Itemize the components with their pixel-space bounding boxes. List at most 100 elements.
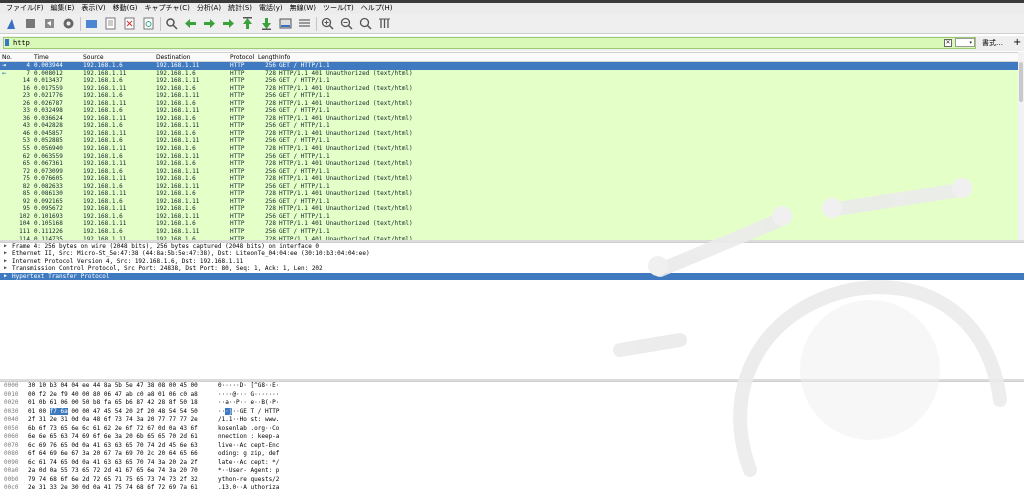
column-header-no[interactable]: No. [2, 53, 32, 62]
packet-row[interactable]: 111 0.111226 192.168.1.6 192.168.1.11 HTTP 25… [0, 228, 1024, 236]
packet-row[interactable]: 75 0.076605 192.168.1.11 192.168.1.6 HTTP 728… [0, 175, 1024, 183]
save-file-button[interactable] [103, 16, 118, 31]
byte-row[interactable]: 0050 6b 6f 73 65 6e 6c 61 62 2e 6f 72 67 … [0, 425, 1024, 434]
options-gear-button[interactable] [61, 16, 76, 31]
packet-row[interactable]: ← 7 0.008012 192.168.1.11 192.168.1.6 HTTP 728… [0, 69, 1024, 78]
packet-row[interactable]: 55 0.056940 192.168.1.11 192.168.1.6 HTTP 728… [0, 145, 1024, 153]
packet-row[interactable]: 23 0.021776 192.168.1.6 192.168.1.11 HTTP 256… [0, 92, 1024, 100]
byte-row[interactable]: 0000 30 10 b3 04 04 ee 44 8a 5b 5e 47 38 … [0, 382, 1024, 391]
expand-arrow-icon[interactable]: ▶ [4, 273, 7, 280]
colorize-button[interactable] [297, 16, 312, 31]
packet-row[interactable]: 16 0.017559 192.168.1.11 192.168.1.6 HTTP 728… [0, 84, 1024, 93]
packet-row[interactable]: 62 0.063559 192.168.1.6 192.168.1.11 HTTP 256… [0, 152, 1024, 161]
byte-row[interactable]: 0010 00 f2 2e f9 40 00 80 06 47 ab c0 a8 … [0, 391, 1024, 400]
packet-list-scrollbar[interactable] [1018, 52, 1024, 240]
add-filter-button[interactable]: + [1013, 37, 1021, 48]
packet-no: 111 [19, 228, 30, 236]
menu-bar: ファイル(F) 編集(E) 表示(V) 移動(G) キャプチャ(C) 分析(A) 統計(S)… [0, 3, 1024, 14]
byte-row[interactable]: 00c0 2e 31 33 2e 30 0d 0a 41 75 74 68 6f … [0, 484, 1024, 492]
zoom-normal-button[interactable] [358, 16, 373, 31]
packet-row[interactable]: 43 0.042828 192.168.1.6 192.168.1.11 HTTP 256… [0, 122, 1024, 130]
column-header-protocol[interactable]: Protocol [230, 53, 254, 62]
packet-row[interactable]: 72 0.073099 192.168.1.6 192.168.1.11 HTTP 256… [0, 167, 1024, 176]
detail-tree-item[interactable]: ▶ Frame 4: 256 bytes on wire (2048 bits),… [0, 243, 1024, 250]
column-header-destination[interactable]: Destination [156, 53, 190, 62]
byte-row[interactable]: 0020 01 0b 61 06 00 50 b8 fa 65 b6 87 42 … [0, 399, 1024, 408]
column-header-info[interactable]: Info [279, 53, 290, 62]
byte-row[interactable]: 00b0 79 74 68 6f 6e 2d 72 65 71 75 65 73 … [0, 476, 1024, 485]
packet-row[interactable]: 53 0.052885 192.168.1.6 192.168.1.11 HTTP 256… [0, 137, 1024, 146]
menu-item-0[interactable]: ファイル(F) [6, 3, 44, 14]
filter-expression-button[interactable]: 書式… [982, 38, 1003, 48]
detail-tree-item[interactable]: ▶ Hypertext Transfer Protocol [0, 272, 1024, 280]
detail-tree-item[interactable]: ▶ Ethernet II, Src: Micro-St_5e:47:38 (44… [0, 250, 1024, 257]
resize-columns-button[interactable] [377, 16, 392, 31]
menu-item-9[interactable]: ツール(T) [323, 3, 354, 14]
detail-tree-item[interactable]: ▶ Internet Protocol Version 4, Src: 192.1… [0, 258, 1024, 265]
menu-item-5[interactable]: 分析(A) [197, 3, 221, 14]
menu-item-10[interactable]: ヘルプ(H) [361, 3, 393, 14]
expand-arrow-icon[interactable]: ▶ [4, 265, 7, 272]
recent-filters-dropdown[interactable]: ▾ [955, 38, 975, 47]
menu-item-4[interactable]: キャプチャ(C) [145, 3, 190, 14]
menu-item-7[interactable]: 電話(y) [259, 3, 283, 14]
byte-row[interactable]: 0070 6c 69 76 65 0d 0a 41 63 63 65 70 74 … [0, 442, 1024, 451]
filter-bookmark-icon[interactable] [5, 39, 9, 46]
back-arrow-button[interactable] [183, 16, 198, 31]
packet-row[interactable]: 33 0.032498 192.168.1.6 192.168.1.11 HTTP 256… [0, 107, 1024, 115]
shark-fin-button[interactable] [4, 16, 19, 31]
packet-info: GET / HTTP/1.1 [279, 77, 330, 85]
packet-row[interactable]: 65 0.067361 192.168.1.11 192.168.1.6 HTTP 728… [0, 160, 1024, 168]
expand-arrow-icon[interactable]: ▶ [4, 243, 7, 250]
column-header-length[interactable]: Length [258, 53, 279, 62]
packet-row[interactable]: ⇥ 4 0.003944 192.168.1.6 192.168.1.11 HTTP 256… [0, 61, 1024, 70]
byte-row[interactable]: 0030 01 00 f7 6a 00 00 47 45 54 20 2f 20 … [0, 407, 1024, 417]
packet-info: GET / HTTP/1.1 [279, 212, 330, 220]
byte-row[interactable]: 0040 2f 31 2e 31 0d 0a 48 6f 73 74 3a 20 … [0, 416, 1024, 425]
packet-row[interactable]: 26 0.026787 192.168.1.11 192.168.1.6 HTTP 728… [0, 99, 1024, 108]
packet-protocol: HTTP [230, 114, 245, 122]
zoom-out-button[interactable] [339, 16, 354, 31]
packet-row[interactable]: 46 0.045857 192.168.1.11 192.168.1.6 HTTP 728… [0, 129, 1024, 138]
open-folder-button[interactable] [84, 16, 99, 31]
byte-row[interactable]: 0060 6e 6e 65 63 74 69 6f 6e 3a 20 6b 65 … [0, 433, 1024, 442]
byte-row[interactable]: 0090 6c 61 74 65 0d 0a 41 63 63 65 70 74 … [0, 459, 1024, 468]
menu-item-1[interactable]: 編集(E) [51, 3, 75, 14]
detail-tree-item[interactable]: ▶ Transmission Control Protocol, Src Port… [0, 265, 1024, 272]
expand-arrow-icon[interactable]: ▶ [4, 250, 7, 257]
byte-row[interactable]: 0080 6f 64 69 6e 67 3a 20 67 7a 69 70 2c … [0, 450, 1024, 459]
display-filter-input[interactable]: http [3, 37, 976, 49]
packet-row[interactable]: 14 0.013437 192.168.1.6 192.168.1.11 HTTP 256… [0, 77, 1024, 85]
autoscroll-button[interactable] [278, 16, 293, 31]
stop-button[interactable] [23, 16, 38, 31]
restart-button[interactable] [42, 16, 57, 31]
packet-row[interactable]: 92 0.092165 192.168.1.6 192.168.1.11 HTTP 256… [0, 197, 1024, 206]
column-header-source[interactable]: Source [83, 53, 104, 62]
clear-filter-button[interactable]: ✕ [944, 39, 952, 47]
expand-arrow-icon[interactable]: ▶ [4, 258, 7, 265]
packet-row[interactable]: 36 0.036624 192.168.1.11 192.168.1.6 HTTP 728… [0, 114, 1024, 123]
go-to-packet-button[interactable] [221, 16, 236, 31]
menu-item-6[interactable]: 統計(S) [228, 3, 252, 14]
menu-item-8[interactable]: 無線(W) [290, 3, 316, 14]
menu-item-2[interactable]: 表示(V) [81, 3, 105, 14]
packet-row[interactable]: 102 0.101693 192.168.1.6 192.168.1.11 HTTP 25… [0, 212, 1024, 221]
byte-row[interactable]: 00a0 2a 0d 0a 55 73 65 72 2d 41 67 65 6e … [0, 467, 1024, 476]
column-header-time[interactable]: Time [34, 53, 49, 62]
zoom-in-button[interactable] [320, 16, 335, 31]
forward-arrow-button[interactable] [202, 16, 217, 31]
reload-button[interactable] [141, 16, 156, 31]
menu-item-3[interactable]: 移動(G) [113, 3, 138, 14]
packet-row[interactable]: 95 0.095672 192.168.1.11 192.168.1.6 HTTP 728… [0, 205, 1024, 213]
find-button[interactable] [164, 16, 179, 31]
packet-info: HTTP/1.1 401 Unauthorized (text/html) [279, 160, 413, 168]
byte-ascii: oding: g zip, def [218, 450, 280, 457]
first-packet-button[interactable] [240, 16, 255, 31]
packet-row[interactable]: 82 0.082633 192.168.1.6 192.168.1.11 HTTP 256… [0, 182, 1024, 191]
packet-row[interactable]: 104 0.105168 192.168.1.11 192.168.1.6 HTTP 72… [0, 220, 1024, 229]
scrollbar-thumb[interactable] [1019, 62, 1023, 102]
last-packet-button[interactable] [259, 16, 274, 31]
close-file-button[interactable] [122, 16, 137, 31]
packet-protocol: HTTP [230, 197, 245, 205]
packet-row[interactable]: 85 0.086130 192.168.1.11 192.168.1.6 HTTP 728… [0, 190, 1024, 198]
